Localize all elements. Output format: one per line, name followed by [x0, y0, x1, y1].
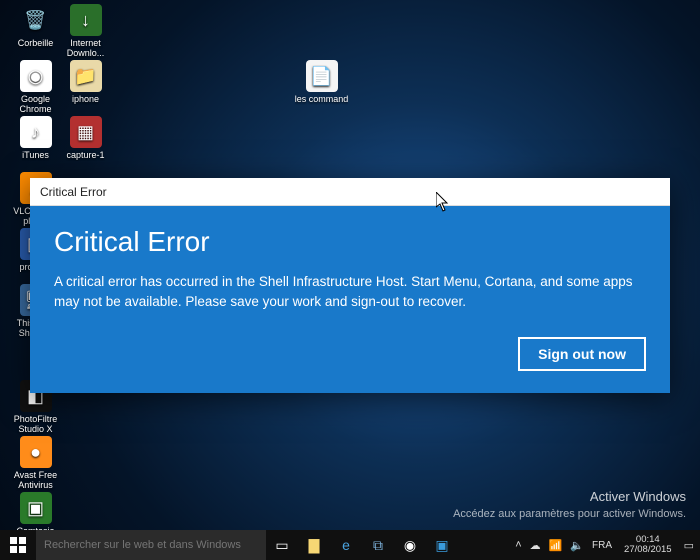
desktop-icon-label: Internet Downlo...: [58, 39, 113, 59]
desktop-icon-label: Avast Free Antivirus: [8, 471, 63, 491]
tray-notifications-icon[interactable]: ▭: [684, 539, 694, 552]
dialog-titlebar[interactable]: Critical Error: [30, 178, 670, 206]
tray-date: 27/08/2015: [624, 545, 672, 555]
dialog-body: Critical Error A critical error has occu…: [30, 206, 670, 393]
desktop-icon-label: capture-1: [66, 151, 104, 161]
start-button[interactable]: [0, 530, 36, 560]
tray-onedrive-icon[interactable]: ☁: [530, 539, 541, 552]
desktop-icon-label: iphone: [72, 95, 99, 105]
desktop-icon-label: PhotoFiltre Studio X: [8, 415, 63, 435]
desktop-icon-glyph: 🗑️: [20, 4, 52, 36]
taskbar-app-edge[interactable]: e: [330, 530, 362, 560]
tray-clock[interactable]: 00:14 27/08/2015: [620, 535, 676, 556]
windows-logo-icon: [10, 537, 26, 553]
desktop-icon-glyph: ♪: [20, 116, 52, 148]
desktop-icon-label: Google Chrome: [8, 95, 63, 115]
search-input[interactable]: [44, 539, 258, 551]
desktop-icon[interactable]: 🗑️ Corbeille: [8, 4, 63, 49]
activation-watermark: Activer Windows Accédez aux paramètres p…: [453, 488, 686, 522]
desktop-icon[interactable]: 📁 iphone: [58, 60, 113, 105]
watermark-title: Activer Windows: [453, 488, 686, 506]
taskbar-search[interactable]: [36, 530, 266, 560]
dialog-heading: Critical Error: [54, 226, 646, 258]
desktop-icon[interactable]: ◉ Google Chrome: [8, 60, 63, 115]
task-view-button[interactable]: ▭: [266, 530, 298, 560]
dialog-message: A critical error has occurred in the She…: [54, 272, 646, 311]
tray-language[interactable]: FRA: [592, 540, 612, 551]
dialog-title-text: Critical Error: [40, 185, 107, 199]
taskbar-pinned: ▭ ▇ e ⧉ ◉ ▣: [266, 530, 458, 560]
taskbar-app-explorer[interactable]: ▇: [298, 530, 330, 560]
desktop-icon-glyph: 📁: [70, 60, 102, 92]
desktop-icon-glyph: ▣: [20, 492, 52, 524]
desktop-icon-glyph: ●: [20, 436, 52, 468]
critical-error-dialog: Critical Error Critical Error A critical…: [30, 178, 670, 393]
desktop-icon[interactable]: 📄 les command: [294, 60, 349, 105]
desktop-icon-glyph: 📄: [306, 60, 338, 92]
tray-network-icon[interactable]: 📶: [549, 539, 563, 552]
desktop-icon-label: iTunes: [22, 151, 49, 161]
desktop-icon-glyph: ◉: [20, 60, 52, 92]
tray-chevron-icon[interactable]: ˄: [515, 539, 521, 551]
desktop-icon-label: Corbeille: [18, 39, 54, 49]
tray-volume-icon[interactable]: 🔈: [570, 539, 584, 552]
desktop-icon[interactable]: ♪ iTunes: [8, 116, 63, 161]
sign-out-button[interactable]: Sign out now: [518, 337, 646, 371]
watermark-subtitle: Accédez aux paramètres pour activer Wind…: [453, 507, 686, 522]
taskbar-app-chrome[interactable]: ◉: [394, 530, 426, 560]
desktop-icon[interactable]: ↓ Internet Downlo...: [58, 4, 113, 59]
taskbar-app-store[interactable]: ⧉: [362, 530, 394, 560]
desktop-icon[interactable]: ▦ capture-1: [58, 116, 113, 161]
desktop-icon[interactable]: ● Avast Free Antivirus: [8, 436, 63, 491]
taskbar-app-media[interactable]: ▣: [426, 530, 458, 560]
desktop-icon-label: les command: [295, 95, 349, 105]
taskbar: ▭ ▇ e ⧉ ◉ ▣ ˄ ☁ 📶 🔈 FRA 00:14 27/08/2015…: [0, 530, 700, 560]
desktop-icon-glyph: ▦: [70, 116, 102, 148]
system-tray: ˄ ☁ 📶 🔈 FRA 00:14 27/08/2015 ▭: [509, 530, 700, 560]
desktop-icon-glyph: ↓: [70, 4, 102, 36]
